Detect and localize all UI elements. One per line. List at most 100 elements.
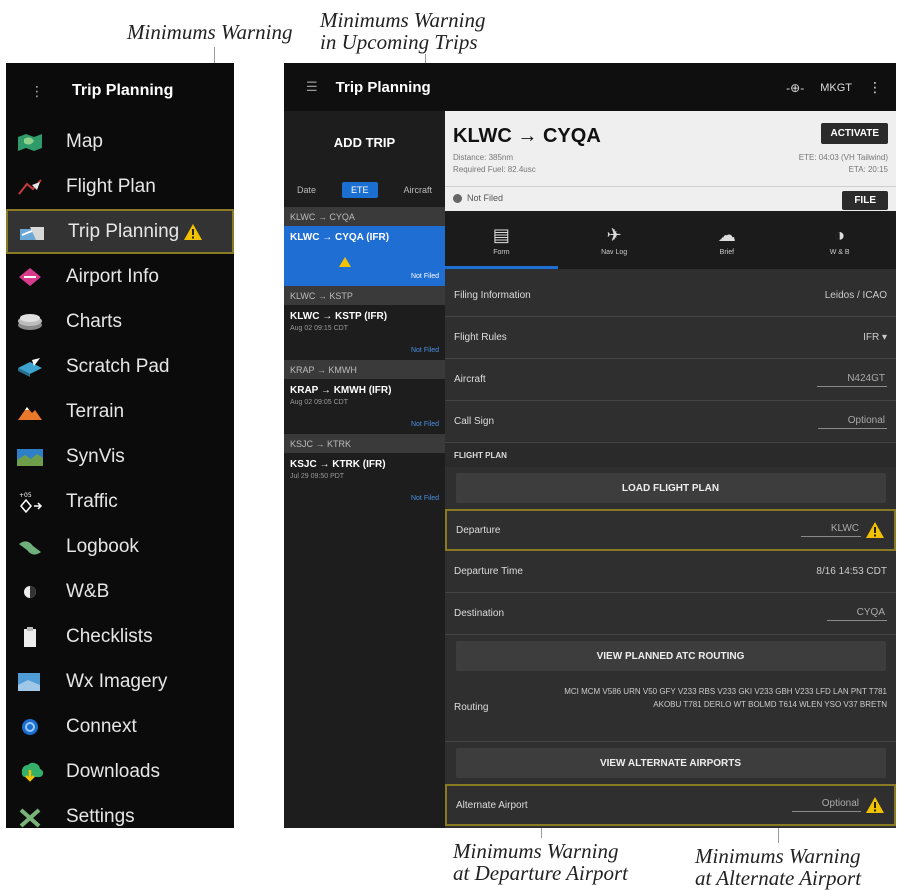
flight-rules-select[interactable]: IFR ▾ [863, 332, 887, 343]
trip-item-krap-kmwh[interactable]: KRAP → KMWH (IFR) Aug 02 09:05 CDT Not F… [284, 379, 445, 434]
row-value: Leidos / ICAO [824, 290, 887, 301]
menu-item-settings[interactable]: Settings [6, 794, 234, 828]
menu-item-synvis[interactable]: SynVis [6, 434, 234, 479]
call-sign-field[interactable]: Optional [817, 415, 887, 429]
trip-date: Aug 02 09:15 CDT [290, 325, 348, 332]
row-aircraft[interactable]: Aircraft N424GT [445, 359, 896, 401]
row-destination[interactable]: Destination CYQA [445, 593, 896, 635]
traffic-icon: +05 [14, 490, 46, 514]
downloads-icon [14, 760, 46, 784]
form-icon: ▤ [492, 224, 510, 245]
menu-item-checklists[interactable]: Checklists [6, 614, 234, 659]
tab-brief[interactable]: ☁ Brief [671, 211, 784, 269]
sort-bar: Date ETE Aircraft [284, 173, 445, 207]
warning-triangle-icon [865, 796, 885, 814]
row-label: Filing Information [454, 290, 531, 301]
menu-item-charts[interactable]: Charts [6, 299, 234, 344]
row-label: Departure Time [454, 566, 523, 577]
nav-log-icon: ✈ [606, 224, 622, 245]
departure-time-value[interactable]: 8/16 14:53 CDT [816, 566, 887, 577]
destination-field[interactable]: CYQA [826, 607, 887, 621]
menu-item-label: SynVis [66, 445, 125, 467]
menu-item-label: Trip Planning [68, 220, 180, 242]
menu-item-connext[interactable]: Connext [6, 704, 234, 749]
logbook-icon [14, 535, 46, 559]
trip-route: KRAP → KMWH (IFR) [290, 385, 392, 396]
filing-status-label: Not Filed [467, 193, 504, 203]
row-label: Departure [456, 524, 501, 536]
sort-date[interactable]: Date [297, 185, 316, 195]
departure-value-group: KLWC [800, 521, 885, 539]
file-button[interactable]: FILE [842, 191, 888, 210]
settings-icon [14, 805, 46, 829]
row-filing-information[interactable]: Filing Information Leidos / ICAO [445, 275, 896, 317]
departure-field[interactable]: KLWC [800, 523, 861, 537]
menu-item-label: Traffic [66, 490, 118, 512]
row-departure-time[interactable]: Departure Time 8/16 14:53 CDT [445, 551, 896, 593]
connext-icon [14, 715, 46, 739]
row-label: Routing [454, 702, 489, 713]
menu-item-label: Airport Info [66, 265, 159, 287]
app-menu-icon[interactable]: ☰ [306, 79, 318, 95]
menu-item-flight-plan[interactable]: Flight Plan [6, 164, 234, 209]
menu-item-terrain[interactable]: Terrain [6, 389, 234, 434]
row-label: Alternate Airport [456, 799, 528, 811]
overflow-menu-icon[interactable]: ⋮ [868, 79, 882, 96]
menu-item-wb[interactable]: W&B [6, 569, 234, 614]
weight-balance-icon: ◑ [834, 224, 846, 245]
menu-item-wx-imagery[interactable]: Wx Imagery [6, 659, 234, 704]
menu-item-downloads[interactable]: Downloads [6, 749, 234, 794]
menu-item-scratch-pad[interactable]: Scratch Pad [6, 344, 234, 389]
sort-ete[interactable]: ETE [341, 182, 378, 198]
trip-group-header: KSJC → KTRK [284, 434, 445, 453]
menu-item-traffic[interactable]: +05 Traffic [6, 479, 234, 524]
tab-form[interactable]: ▤ Form [445, 211, 558, 269]
load-flight-plan-row: LOAD FLIGHT PLAN [445, 467, 896, 509]
view-alternate-airports-button[interactable]: VIEW ALTERNATE AIRPORTS [455, 748, 886, 778]
detail-tabs: ▤ Form ✈ Nav Log ☁ Brief ◑ W & B [445, 211, 896, 269]
trip-route: KSJC → KTRK (IFR) [290, 459, 386, 470]
menu-item-label: Flight Plan [66, 175, 156, 197]
main-menu: ⋮ Trip Planning Map Flight Plan Trip Pla… [6, 63, 234, 828]
routing-value[interactable]: MCI MCM V586 URN V50 GFY V233 RBS V233 G… [557, 685, 887, 711]
menu-item-trip-planning[interactable]: Trip Planning [6, 209, 234, 254]
row-flight-rules[interactable]: Flight Rules IFR ▾ [445, 317, 896, 359]
weight-balance-icon [14, 580, 46, 604]
load-flight-plan-button[interactable]: LOAD FLIGHT PLAN [455, 473, 886, 503]
scratch-pad-icon [14, 355, 46, 379]
trip-detail: KLWC → CYQA Distance: 385nm Required Fue… [445, 111, 896, 828]
row-call-sign[interactable]: Call Sign Optional [445, 401, 896, 443]
tab-label: W & B [829, 248, 850, 256]
menu-item-logbook[interactable]: Logbook [6, 524, 234, 569]
trip-route: KLWC → CYQA (IFR) [290, 232, 390, 243]
trip-item-klwc-cyqa[interactable]: KLWC → CYQA (IFR) Not Filed [284, 226, 445, 286]
view-atc-routing-button[interactable]: VIEW PLANNED ATC ROUTING [455, 641, 886, 671]
menu-hamburger-icon[interactable]: ⋮ [30, 83, 44, 100]
trip-route-title: KLWC → CYQA [453, 125, 601, 147]
add-trip-button[interactable]: ADD TRIP [284, 111, 445, 173]
activate-button[interactable]: ACTIVATE [821, 123, 888, 144]
row-departure[interactable]: Departure KLWC [445, 509, 896, 551]
trip-distance: Distance: 385nm [453, 153, 514, 162]
alternate-airport-field[interactable]: Optional [791, 798, 861, 812]
airport-info-icon [14, 265, 46, 289]
trip-status: Not Filed [410, 495, 439, 502]
connection-icon[interactable]: -⊕- [786, 81, 804, 95]
sort-aircraft[interactable]: Aircraft [403, 185, 432, 195]
row-routing[interactable]: Routing MCI MCM V586 URN V50 GFY V233 RB… [445, 677, 896, 742]
callout-upcoming-trips: Minimums Warning in Upcoming Trips [320, 9, 486, 53]
callout-departure-airport: Minimums Warning at Departure Airport [453, 840, 628, 884]
tab-nav-log[interactable]: ✈ Nav Log [558, 211, 671, 269]
menu-item-map[interactable]: Map [6, 119, 234, 164]
menu-item-airport-info[interactable]: Airport Info [6, 254, 234, 299]
aircraft-field[interactable]: N424GT [817, 373, 887, 387]
trip-item-ksjc-ktrk[interactable]: KSJC → KTRK (IFR) Jul 29 09:50 PDT Not F… [284, 453, 445, 508]
brief-icon: ☁ [717, 224, 736, 245]
callout-minimums-warning: Minimums Warning [127, 20, 293, 44]
app-topbar: ☰ Trip Planning -⊕- MKGT ⋮ [284, 63, 896, 111]
row-alternate-airport[interactable]: Alternate Airport Optional [445, 784, 896, 826]
trip-route: KLWC → KSTP (IFR) [290, 311, 388, 322]
topbar-actions: -⊕- MKGT ⋮ [786, 79, 882, 96]
trip-item-klwc-kstp[interactable]: KLWC → KSTP (IFR) Aug 02 09:15 CDT Not F… [284, 305, 445, 360]
tab-wb[interactable]: ◑ W & B [783, 211, 896, 269]
